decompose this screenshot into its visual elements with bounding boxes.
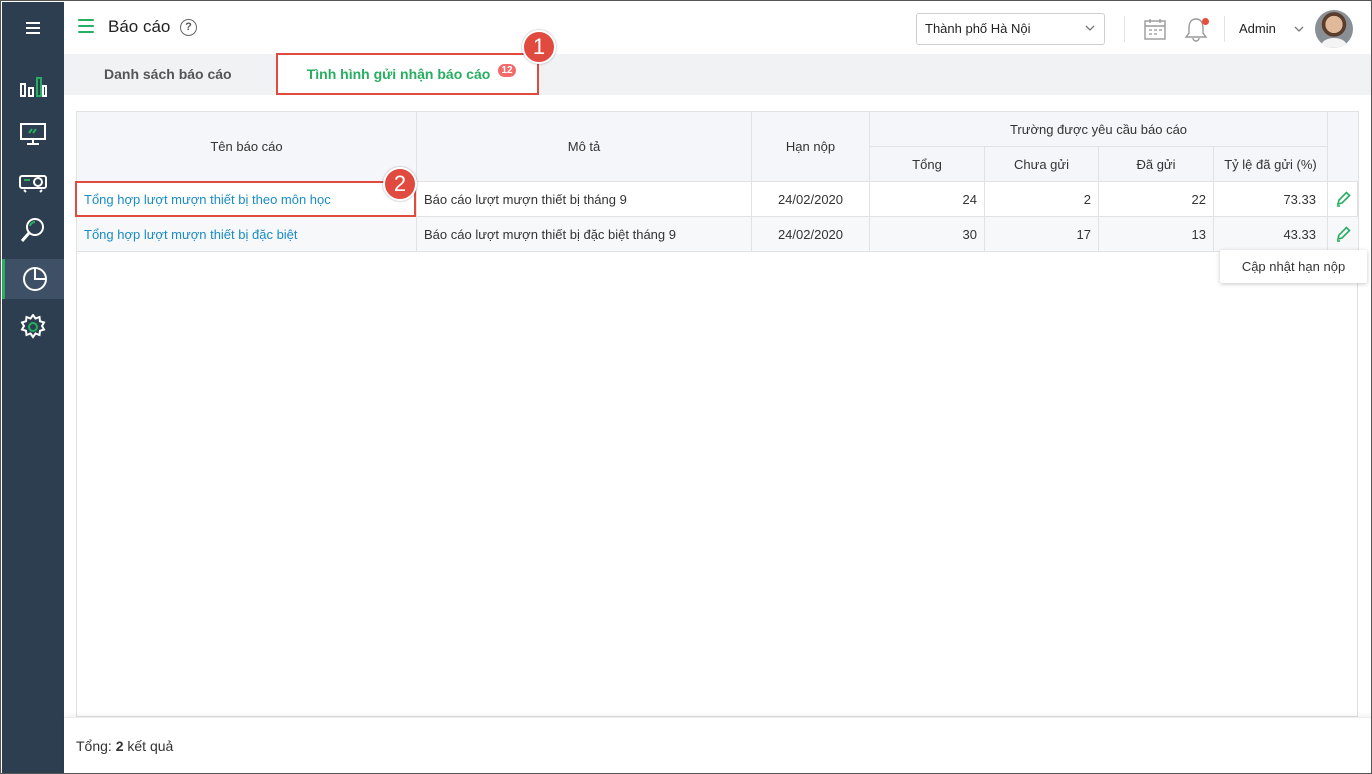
top-header: Báo cáo ? Thành phố Hà Nội Admin — [64, 2, 1371, 54]
report-name-link[interactable]: Tổng hợp lượt mượn thiết bị theo môn học — [76, 181, 417, 217]
column-header-name: Tên báo cáo — [76, 111, 417, 182]
report-name-link[interactable]: Tổng hợp lượt mượn thiết bị đặc biệt — [76, 216, 417, 252]
edit-cell — [1327, 181, 1359, 217]
report-not-sent: 2 — [984, 181, 1099, 217]
result-count-prefix: Tổng: — [76, 738, 112, 754]
bar-chart-icon[interactable] — [2, 66, 64, 106]
table-row: Tổng hợp lượt mượn thiết bị theo môn học… — [76, 181, 1359, 217]
report-description: Báo cáo lượt mượn thiết bị đặc biệt thán… — [416, 216, 752, 252]
app-window: Báo cáo ? Thành phố Hà Nội Admin Danh sá… — [0, 0, 1372, 774]
column-header-sent: Đã gửi — [1098, 146, 1214, 182]
update-deadline-tooltip[interactable]: Cập nhật hạn nộp — [1220, 250, 1367, 283]
divider — [1124, 16, 1125, 42]
menu-icon[interactable] — [2, 8, 64, 48]
column-header-group: Trường được yêu cầu báo cáo — [869, 111, 1328, 147]
report-sent: 22 — [1098, 181, 1214, 217]
result-count-value: 2 — [115, 738, 124, 754]
column-header-not-sent: Chưa gửi — [984, 146, 1099, 182]
help-icon[interactable]: ? — [180, 19, 197, 36]
report-not-sent: 17 — [984, 216, 1099, 252]
column-header-description: Mô tả — [416, 111, 752, 182]
result-count: Tổng: 2 kết quả — [76, 738, 173, 754]
report-deadline: 24/02/2020 — [751, 216, 870, 252]
report-total: 24 — [869, 181, 985, 217]
search-icon[interactable] — [2, 210, 64, 250]
column-header-total: Tổng — [869, 146, 985, 182]
city-select-value: Thành phố Hà Nội — [925, 21, 1031, 36]
edit-cell — [1327, 216, 1359, 252]
report-total: 30 — [869, 216, 985, 252]
divider — [1224, 16, 1225, 42]
tabs-bar: Danh sách báo cáo Tình hình gửi nhận báo… — [64, 53, 1371, 95]
report-rate: 73.33 — [1213, 181, 1328, 217]
avatar[interactable] — [1315, 10, 1353, 48]
callout-marker-2: 2 — [383, 167, 417, 201]
menu-toggle-icon[interactable] — [78, 19, 94, 33]
sidebar — [2, 2, 64, 773]
tab-report-list[interactable]: Danh sách báo cáo — [104, 54, 232, 95]
monitor-icon[interactable] — [2, 114, 64, 154]
report-sent: 13 — [1098, 216, 1214, 252]
callout-marker-1: 1 — [522, 30, 556, 64]
projector-icon[interactable] — [2, 162, 64, 202]
report-description: Báo cáo lượt mượn thiết bị tháng 9 — [416, 181, 752, 217]
result-count-suffix: kết quả — [127, 738, 174, 754]
pie-chart-icon[interactable] — [2, 259, 64, 299]
column-header-rate: Tỷ lệ đã gửi (%) — [1213, 146, 1328, 182]
tab-count-badge: 12 — [498, 64, 516, 77]
footer: Tổng: 2 kết quả — [64, 717, 1371, 773]
table-row: Tổng hợp lượt mượn thiết bị đặc biệt Báo… — [76, 216, 1359, 252]
column-header-actions — [1327, 111, 1359, 182]
calendar-icon[interactable] — [1144, 18, 1166, 40]
report-table-panel: Tên báo cáo Mô tả Hạn nộp Trường được yê… — [76, 111, 1359, 717]
city-select[interactable]: Thành phố Hà Nội — [916, 13, 1105, 45]
report-deadline: 24/02/2020 — [751, 181, 870, 217]
edit-icon[interactable] — [1335, 226, 1351, 243]
settings-icon[interactable] — [2, 307, 64, 347]
chevron-down-icon[interactable] — [1293, 23, 1305, 35]
notification-dot — [1202, 18, 1209, 25]
user-name[interactable]: Admin — [1239, 21, 1276, 36]
edit-icon[interactable] — [1335, 191, 1351, 208]
column-header-deadline: Hạn nộp — [751, 111, 870, 182]
page-title: Báo cáo — [108, 17, 171, 36]
chevron-down-icon — [1085, 25, 1095, 31]
report-rate: 43.33 — [1213, 216, 1328, 252]
report-table: Tên báo cáo Mô tả Hạn nộp Trường được yê… — [76, 111, 1359, 252]
